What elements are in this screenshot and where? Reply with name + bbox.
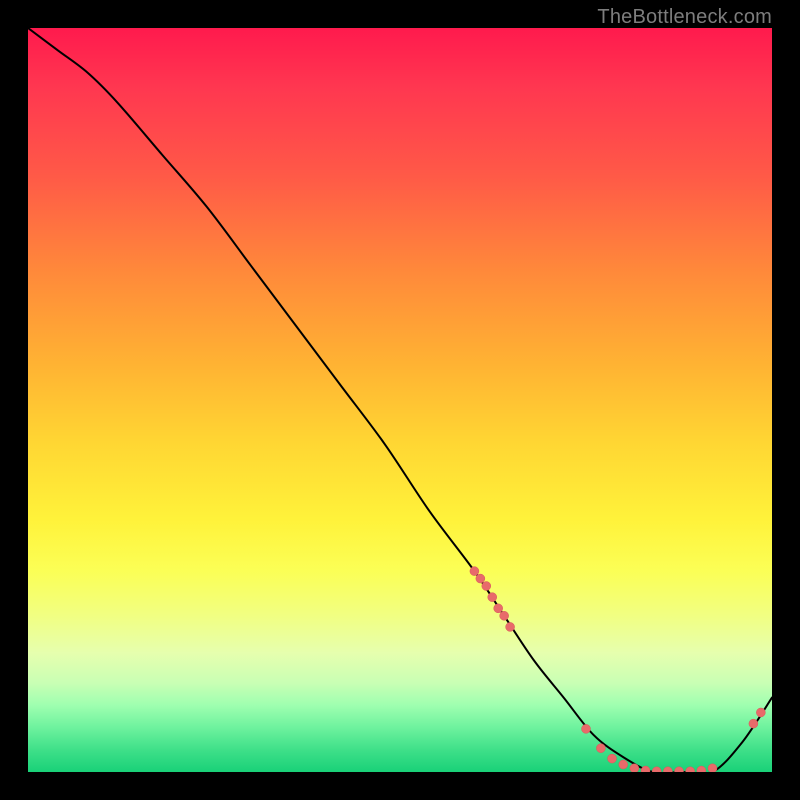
chart-plot-area <box>28 28 772 772</box>
chart-frame: TheBottleneck.com <box>0 0 800 800</box>
data-dot-4 <box>494 604 503 613</box>
data-dot-5 <box>500 611 509 620</box>
data-dot-18 <box>708 764 717 772</box>
data-dot-1 <box>476 574 485 583</box>
data-dot-17 <box>697 766 706 772</box>
data-dot-7 <box>582 724 591 733</box>
curve-dots <box>470 567 765 772</box>
data-dot-11 <box>630 764 639 772</box>
data-dot-9 <box>608 754 617 763</box>
chart-svg <box>28 28 772 772</box>
data-dot-8 <box>596 744 605 753</box>
data-dot-6 <box>506 622 515 631</box>
data-dot-14 <box>663 767 672 772</box>
data-dot-13 <box>652 767 661 772</box>
data-dot-3 <box>488 593 497 602</box>
data-dot-19 <box>749 719 758 728</box>
data-dot-2 <box>482 582 491 591</box>
data-dot-20 <box>756 708 765 717</box>
bottleneck-curve <box>28 28 772 772</box>
data-dot-16 <box>686 767 695 772</box>
data-dot-10 <box>619 760 628 769</box>
watermark-text: TheBottleneck.com <box>597 6 772 29</box>
data-dot-15 <box>675 767 684 772</box>
data-dot-0 <box>470 567 479 576</box>
